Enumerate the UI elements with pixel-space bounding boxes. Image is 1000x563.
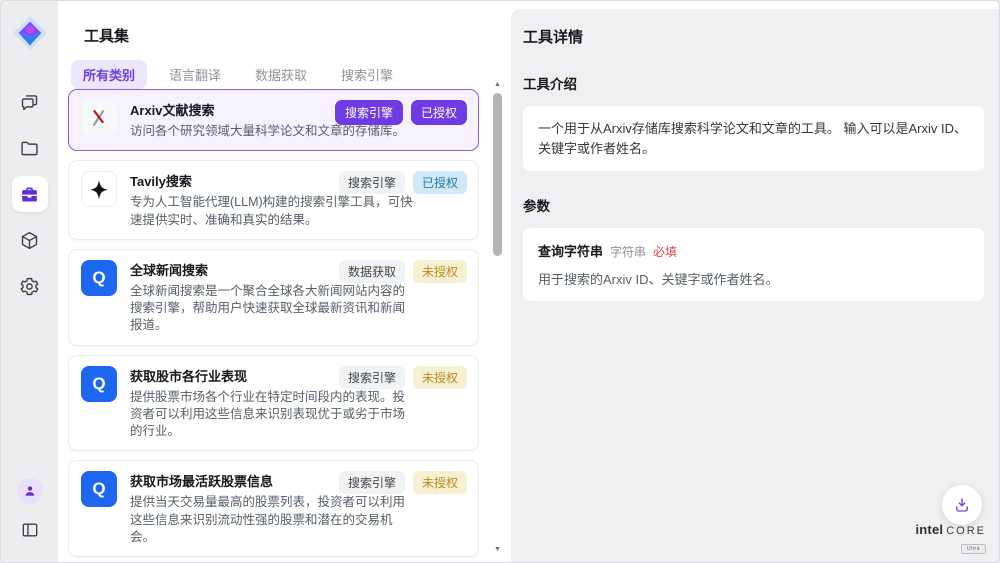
tavily-icon: [81, 171, 117, 207]
category-tag: 搜索引擎: [339, 366, 405, 389]
param-type: 字符串: [610, 243, 646, 260]
auth-status-badge: 未授权: [413, 260, 467, 283]
tab-2[interactable]: 数据获取: [243, 60, 319, 89]
tool-card[interactable]: Arxiv文献搜索 访问各个研究领域大量科学论文和文章的存储库。 搜索引擎 已授…: [68, 89, 479, 151]
tool-details-panel: 工具详情 工具介绍 一个用于从Arxiv存储库搜索科学论文和文章的工具。 输入可…: [511, 9, 999, 562]
toolset-title: 工具集: [84, 25, 129, 46]
chat-icon: [19, 92, 40, 113]
intro-text: 一个用于从Arxiv存储库搜索科学论文和文章的工具。 输入可以是Arxiv ID…: [538, 119, 969, 158]
tool-card[interactable]: Q 全球新闻搜索 全球新闻搜索是一个聚合全球各大新闻网站内容的搜索引擎，帮助用户…: [68, 249, 479, 346]
sidebar-item-files[interactable]: [12, 130, 48, 166]
sidebar-item-models[interactable]: [12, 222, 48, 258]
tool-card[interactable]: Tavily搜索 专为人工智能代理(LLM)构建的搜索引擎工具，可快速提供实时、…: [68, 160, 479, 240]
tab-1[interactable]: 语言翻译: [157, 60, 233, 89]
tool-description: 访问各个研究领域大量科学论文和文章的存储库。: [130, 123, 414, 140]
app-logo: [11, 14, 49, 52]
category-tag: 搜索引擎: [339, 171, 405, 194]
juhe-icon: Q: [81, 471, 117, 507]
collapse-sidebar-button[interactable]: [12, 512, 48, 548]
details-title: 工具详情: [523, 26, 984, 47]
category-tag: 数据获取: [339, 260, 405, 283]
collapse-panel-icon: [20, 520, 40, 540]
tool-description: 提供股票市场各个行业在特定时间段内的表现。投资者可以利用这些信息来识别表现优于或…: [130, 389, 414, 441]
app-window: 工具集 所有类别语言翻译数据获取搜索引擎 Arxiv文献搜索 访问各个研究领域大…: [0, 0, 1000, 563]
tool-description: 提供当天交易量最高的股票列表，投资者可以利用这些信息来识别流动性强的股票和潜在的…: [130, 494, 414, 546]
param-required-badge: 必填: [653, 243, 677, 260]
folder-icon: [19, 138, 40, 159]
juhe-icon: Q: [81, 260, 117, 296]
intro-box: 一个用于从Arxiv存储库搜索科学论文和文章的工具。 输入可以是Arxiv ID…: [523, 106, 984, 171]
tool-card[interactable]: Q 获取市场最活跃股票信息 提供当天交易量最高的股票列表，投资者可以利用这些信息…: [68, 460, 479, 557]
intro-heading: 工具介绍: [523, 73, 984, 93]
sidebar-item-settings[interactable]: [12, 268, 48, 304]
download-icon: [953, 496, 971, 514]
tool-list: Arxiv文献搜索 访问各个研究领域大量科学论文和文章的存储库。 搜索引擎 已授…: [68, 89, 479, 561]
cube-icon: [19, 230, 40, 251]
rail-bottom: [12, 478, 48, 548]
sidebar-item-chat[interactable]: [12, 84, 48, 120]
tab-3[interactable]: 搜索引擎: [329, 60, 405, 89]
intel-wordmark: intel: [915, 522, 943, 537]
core-wordmark: core: [946, 525, 986, 537]
category-tabs: 所有类别语言翻译数据获取搜索引擎: [71, 60, 405, 89]
params-heading: 参数: [523, 195, 984, 215]
scroll-down-arrow-icon[interactable]: ▼: [492, 546, 503, 554]
scrollbar-thumb[interactable]: [493, 93, 502, 256]
gear-icon: [19, 276, 40, 297]
tab-0[interactable]: 所有类别: [71, 60, 147, 89]
auth-status-badge: 未授权: [413, 366, 467, 389]
param-box: 查询字符串 字符串 必填 用于搜索的Arxiv ID、关键字或作者姓名。: [523, 228, 984, 301]
param-description: 用于搜索的Arxiv ID、关键字或作者姓名。: [538, 269, 969, 288]
auth-status-badge: 已授权: [411, 100, 467, 125]
tool-description: 全球新闻搜索是一个聚合全球各大新闻网站内容的搜索引擎，帮助用户快速获取全球最新资…: [130, 283, 414, 335]
sidebar-item-tools[interactable]: [12, 176, 48, 212]
toolbox-icon: [19, 184, 40, 205]
person-icon: [22, 483, 38, 499]
tool-card[interactable]: Q 获取股市各行业表现 提供股票市场各个行业在特定时间段内的表现。投资者可以利用…: [68, 355, 479, 452]
intel-badge: Ultra: [961, 544, 986, 554]
left-rail: [1, 1, 58, 562]
auth-status-badge: 未授权: [413, 471, 467, 494]
param-name: 查询字符串: [538, 241, 603, 260]
user-avatar[interactable]: [17, 478, 43, 504]
juhe-icon: Q: [81, 366, 117, 402]
scroll-up-arrow-icon[interactable]: ▲: [492, 81, 503, 89]
toolset-panel: 工具集 所有类别语言翻译数据获取搜索引擎 Arxiv文献搜索 访问各个研究领域大…: [58, 1, 511, 562]
param-head: 查询字符串 字符串 必填: [538, 241, 969, 260]
download-button[interactable]: [942, 485, 982, 525]
category-tag: 搜索引擎: [335, 100, 403, 125]
category-tag: 搜索引擎: [339, 471, 405, 494]
rail-nav: [12, 84, 48, 304]
tool-description: 专为人工智能代理(LLM)构建的搜索引擎工具，可快速提供实时、准确和真实的结果。: [130, 194, 414, 229]
list-scrollbar[interactable]: ▲ ▼: [492, 81, 503, 554]
auth-status-badge: 已授权: [413, 171, 467, 194]
intel-core-logo: intel core Ultra: [915, 522, 986, 555]
arxiv-icon: [81, 100, 117, 136]
